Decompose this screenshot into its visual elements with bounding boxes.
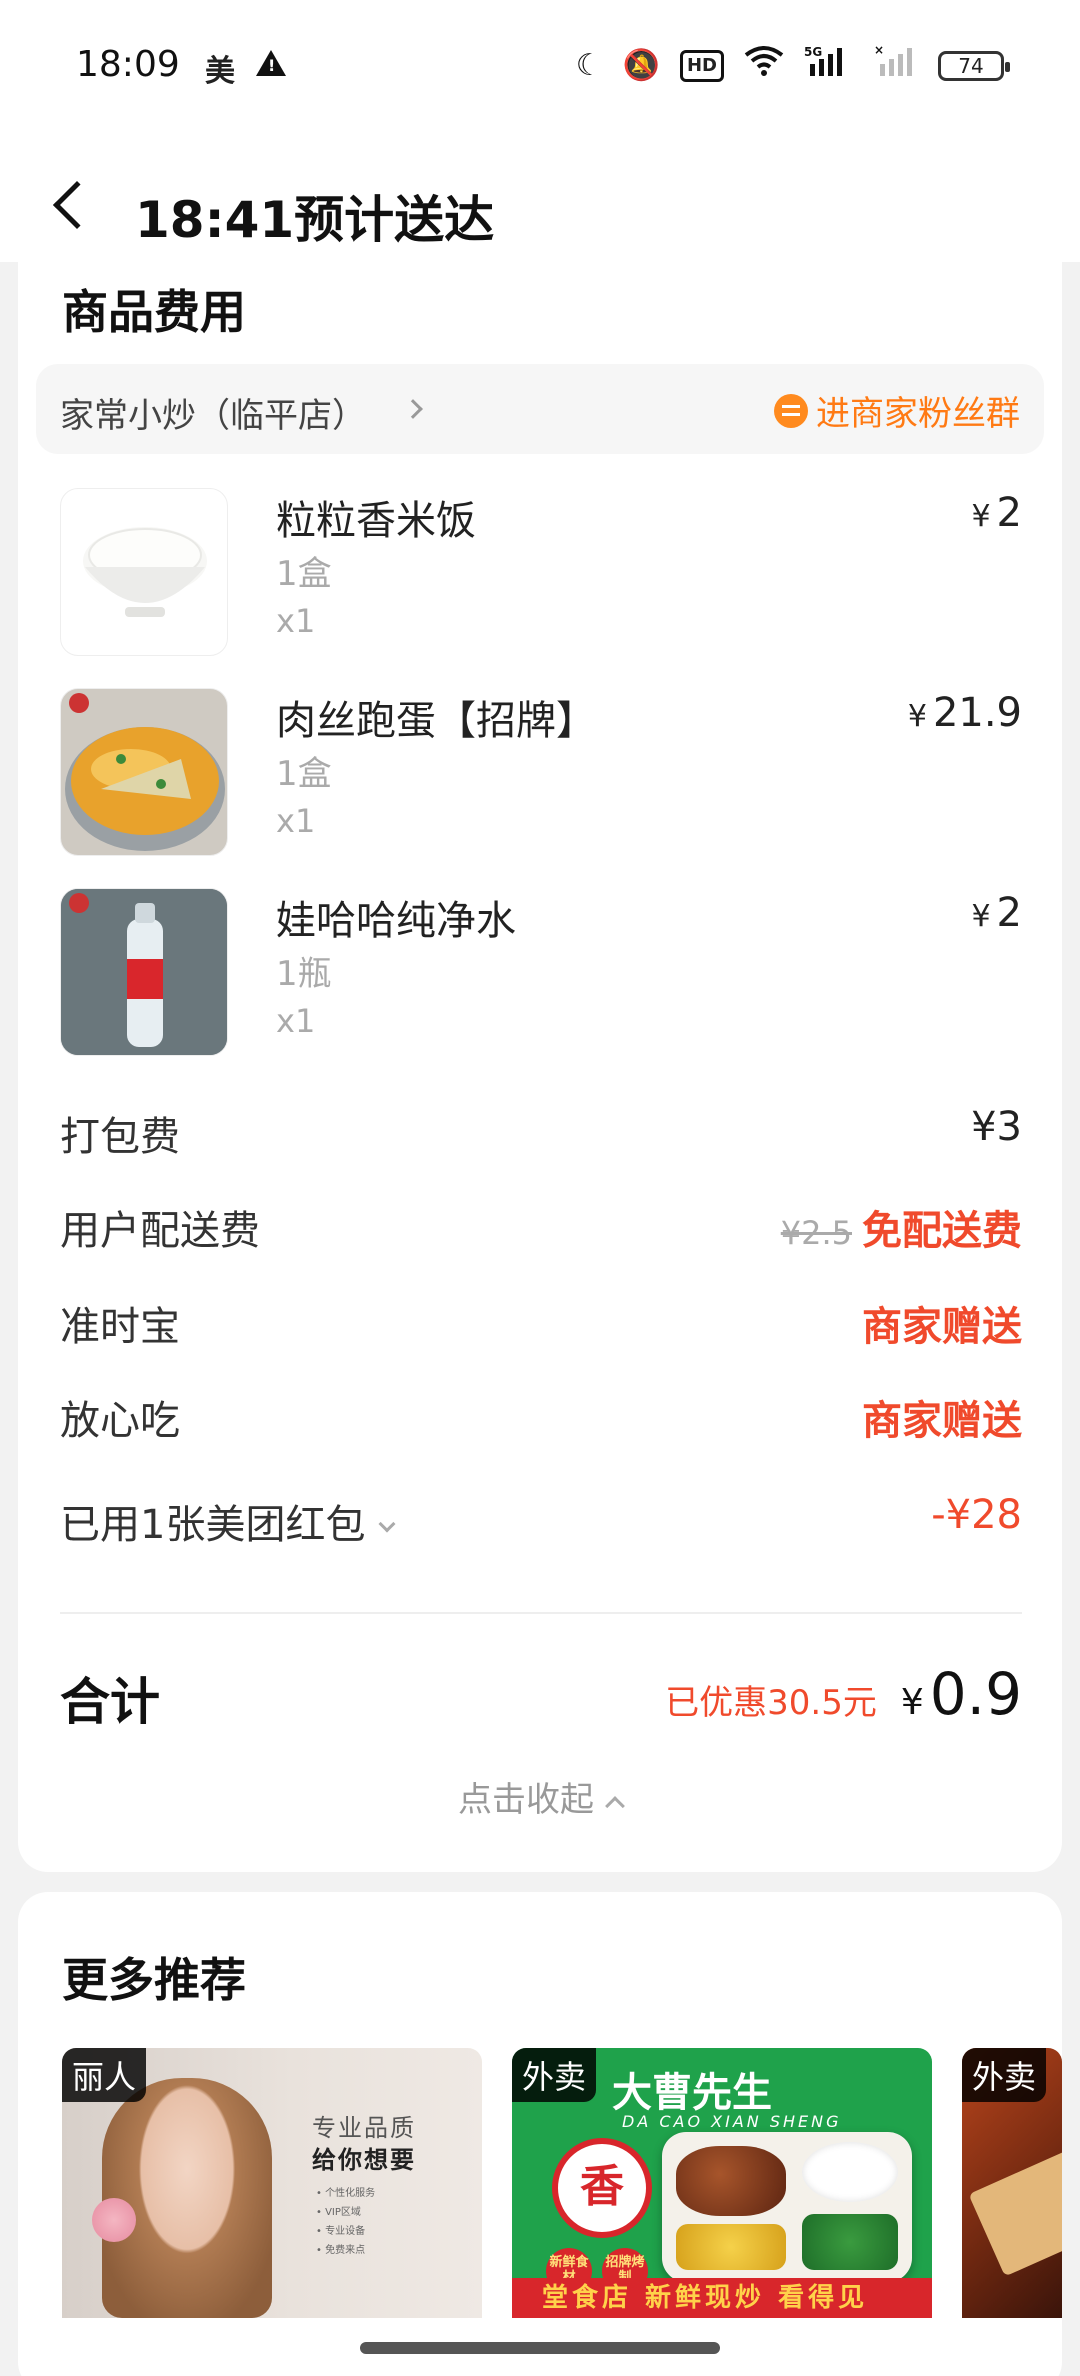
item-spec: 1盒	[276, 754, 332, 794]
packing-fee-row: 打包费 ¥3	[60, 1098, 1022, 1160]
packing-fee-label: 打包费	[60, 1114, 180, 1160]
signal-empty-icon: ×	[874, 43, 918, 87]
page-header: 18:41预计送达	[0, 130, 1080, 262]
chat-icon	[774, 393, 808, 428]
fragrance-seal: 香	[552, 2138, 652, 2238]
chevron-up-icon	[605, 1796, 625, 1816]
meituan-notification-icon: 美	[205, 54, 235, 89]
item-price: ¥2	[971, 890, 1022, 936]
item-name: 粒粒香米饭	[276, 498, 476, 544]
item-price: ¥21.9	[907, 690, 1022, 736]
ad-subheadline: 给你想要	[312, 2146, 416, 2174]
total-value: ¥0.9	[900, 1660, 1022, 1728]
list-item[interactable]: 肉丝跑蛋【招牌】 1盒 x1 ¥21.9	[60, 688, 1022, 858]
coupon-row[interactable]: 已用1张美团红包 -¥28	[60, 1486, 1022, 1548]
status-bar: 18:09 美 ☾ 🔕 HD 5G × 74	[0, 0, 1080, 130]
shop-name[interactable]: 家常小炒（临平店）	[60, 388, 366, 437]
flower-image	[92, 2198, 136, 2242]
safe-eat-row: 放心吃 商家赠送	[60, 1382, 1022, 1444]
on-time-label: 准时宝	[60, 1304, 180, 1350]
omelette-dish-image	[60, 688, 228, 856]
mute-bell-icon: 🔕	[622, 47, 660, 83]
shop-bar[interactable]: 家常小炒（临平店） 进商家粉丝群	[36, 364, 1044, 454]
warning-icon	[256, 50, 286, 76]
item-name: 肉丝跑蛋【招牌】	[276, 698, 596, 744]
back-arrow-icon[interactable]	[52, 180, 102, 230]
chevron-right-icon	[403, 399, 423, 419]
list-item[interactable]: 粒粒香米饭 1盒 x1 ¥2	[60, 488, 1022, 658]
status-icons: ☾ 🔕 HD 5G × 74	[575, 43, 1010, 87]
rice-bowl-image	[60, 488, 228, 656]
coupon-value: -¥28	[931, 1492, 1022, 1538]
collapse-toggle[interactable]: 点击收起	[18, 1772, 1062, 1821]
divider	[60, 1612, 1022, 1614]
meal-tray-image	[662, 2132, 912, 2282]
category-tag: 外卖	[512, 2048, 597, 2102]
svg-text:×: ×	[874, 44, 884, 57]
fan-group-label: 进商家粉丝群	[816, 394, 1020, 434]
item-spec: 1盒	[276, 554, 332, 594]
free-delivery-label: 免配送费	[862, 1208, 1022, 1254]
food-card-footer: 堂食店 新鲜现炒 看得见	[512, 2278, 932, 2318]
model-photo	[102, 2078, 272, 2318]
page-title: 18:41预计送达	[135, 191, 495, 249]
ad-headline: 专业品质	[312, 2114, 416, 2142]
saved-amount: 已优惠30.5元	[665, 1683, 877, 1723]
safe-eat-label: 放心吃	[60, 1398, 180, 1444]
ad-bullets: • 个性化服务 • VIP区域 • 专业设备 • 免费来点	[316, 2188, 376, 2256]
coupon-label[interactable]: 已用1张美团红包	[60, 1492, 396, 1550]
delivery-fee-row: 用户配送费 ¥2.5 免配送费	[60, 1192, 1022, 1254]
svg-text:5G: 5G	[804, 45, 822, 59]
wifi-icon	[744, 45, 784, 86]
chevron-down-icon	[378, 1515, 396, 1533]
safe-eat-value: 商家赠送	[862, 1398, 1022, 1444]
category-tag: 丽人	[62, 2048, 147, 2102]
water-bottle-image	[60, 888, 228, 1056]
home-indicator[interactable]	[360, 2342, 720, 2354]
item-price: ¥2	[971, 490, 1022, 536]
moon-icon: ☾	[575, 47, 603, 83]
fan-group-link[interactable]: 进商家粉丝群	[774, 386, 1020, 435]
status-time: 18:09	[76, 44, 180, 85]
item-qty: x1	[276, 1002, 316, 1040]
on-time-value: 商家赠送	[862, 1304, 1022, 1350]
delivery-fee-value: ¥2.5 免配送费	[781, 1198, 1022, 1256]
recommend-card: 更多推荐 丽人 专业品质 给你想要 • 个性化服务 • VIP区域 • 专业设备…	[18, 1892, 1062, 2376]
total-summary: 已优惠30.5元 ¥0.9	[665, 1660, 1022, 1728]
item-qty: x1	[276, 602, 316, 640]
hd-icon: HD	[679, 49, 724, 82]
delivery-fee-label: 用户配送费	[60, 1208, 260, 1254]
recommend-food-card[interactable]: 外卖 大曹先生 DA CAO XIAN SHENG 香 新鲜食材 招牌烤制 堂食…	[512, 2048, 932, 2318]
recommend-title: 更多推荐	[62, 1953, 246, 2007]
brand-name: 大曹先生	[612, 2069, 772, 2116]
brand-name-en: DA CAO XIAN SHENG	[622, 2112, 842, 2131]
collapse-label[interactable]: 点击收起	[458, 1780, 594, 1820]
recommend-food-card-partial[interactable]: 外卖	[962, 2048, 1062, 2318]
list-item[interactable]: 娃哈哈纯净水 1瓶 x1 ¥2	[60, 888, 1022, 1058]
battery-icon: 74	[938, 50, 1010, 81]
recommend-beauty-card[interactable]: 丽人 专业品质 给你想要 • 个性化服务 • VIP区域 • 专业设备 • 免费…	[62, 2048, 482, 2318]
signal-5g-icon: 5G	[804, 44, 854, 87]
item-spec: 1瓶	[276, 954, 332, 994]
item-qty: x1	[276, 802, 316, 840]
category-tag: 外卖	[962, 2048, 1047, 2102]
fees-section-title: 商品费用	[62, 285, 246, 339]
fees-card: 商品费用 家常小炒（临平店） 进商家粉丝群 粒粒香米饭 1盒 x1 ¥2 肉丝跑…	[18, 262, 1062, 1872]
food-image	[968, 2149, 1062, 2277]
total-label: 合计	[60, 1673, 160, 1731]
delivery-fee-original: ¥2.5	[780, 1214, 852, 1252]
item-name: 娃哈哈纯净水	[276, 898, 516, 944]
packing-fee-value: ¥3	[971, 1104, 1022, 1150]
on-time-row: 准时宝 商家赠送	[60, 1288, 1022, 1350]
